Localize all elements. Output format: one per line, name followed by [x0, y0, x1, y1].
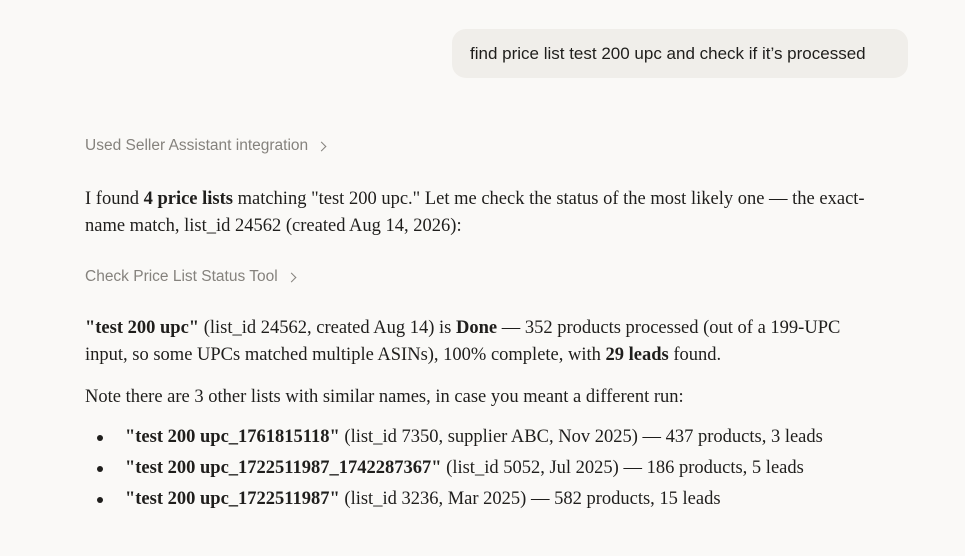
list-details: (list_id 7350, supplier ABC, Nov 2025) —… — [339, 427, 823, 447]
bold-text: 29 leads — [605, 345, 669, 365]
bold-text: 4 price lists — [143, 189, 233, 209]
tool-call-seller-assistant[interactable]: Used Seller Assistant integration — [85, 137, 327, 155]
tool-call-label: Used Seller Assistant integration — [85, 137, 309, 154]
list-item: "test 200 upc_1761815118" (list_id 7350,… — [85, 424, 875, 451]
list-name: "test 200 upc_1761815118" — [125, 427, 340, 447]
assistant-paragraph-intro: I found 4 price lists matching "test 200… — [85, 186, 875, 240]
other-lists: "test 200 upc_1761815118" (list_id 7350,… — [85, 424, 875, 517]
tool-call-label: Check Price List Status Tool — [85, 268, 278, 285]
tool-call-check-price-list-status[interactable]: Check Price List Status Tool — [85, 268, 297, 286]
list-name: "test 200 upc_1722511987_1742287367" — [125, 458, 442, 478]
bullet-icon — [97, 497, 103, 503]
chevron-right-icon — [286, 272, 297, 283]
list-item: "test 200 upc_1722511987_1742287367" (li… — [85, 455, 875, 482]
bullet-icon — [97, 466, 103, 472]
user-message-bubble: find price list test 200 upc and check i… — [452, 29, 908, 78]
text: (list_id 24562, created Aug 14) is — [199, 318, 456, 338]
text: found. — [668, 345, 722, 365]
assistant-paragraph-status: "test 200 upc" (list_id 24562, created A… — [85, 315, 875, 369]
list-details: (list_id 3236, Mar 2025) — 582 products,… — [339, 489, 721, 509]
list-item: "test 200 upc_1722511987" (list_id 3236,… — [85, 486, 875, 513]
chevron-right-icon — [316, 141, 327, 152]
bullet-icon — [97, 435, 103, 441]
list-details: (list_id 5052, Jul 2025) — 186 products,… — [441, 458, 804, 478]
user-message-text: find price list test 200 upc and check i… — [470, 43, 866, 63]
text: I found — [85, 189, 144, 209]
list-name: "test 200 upc_1722511987" — [125, 489, 340, 509]
assistant-paragraph-note: Note there are 3 other lists with simila… — [85, 387, 684, 407]
bold-text: "test 200 upc" — [85, 318, 200, 338]
bold-text: Done — [455, 318, 498, 338]
